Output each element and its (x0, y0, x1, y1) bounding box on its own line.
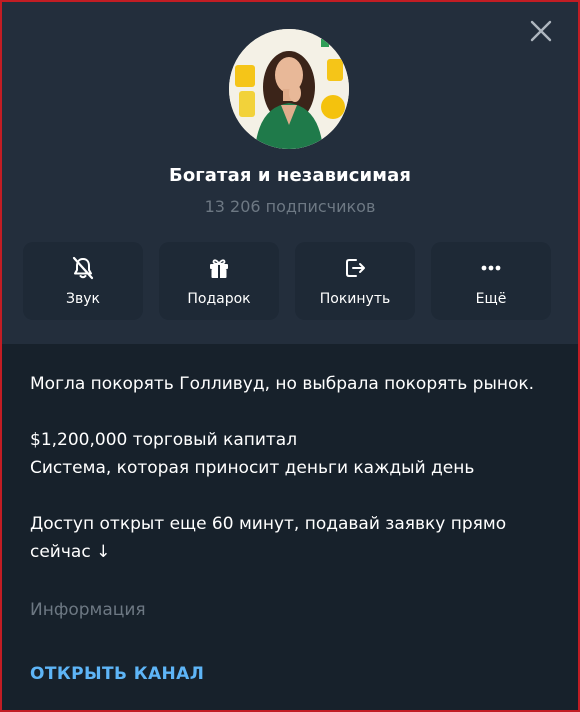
close-icon[interactable] (528, 18, 554, 44)
avatar-image (229, 29, 349, 149)
description-line: $1,200,000 торговый капитал (30, 430, 298, 450)
description-line: Доступ открыт еще 60 минут, подавай заяв… (30, 514, 507, 562)
mute-button[interactable]: Звук (23, 242, 143, 320)
gift-button[interactable]: Подарок (159, 242, 279, 320)
action-bar: Звук Подарок Покинуть Ещё (23, 242, 551, 320)
mute-button-label: Звук (66, 291, 100, 307)
gift-button-label: Подарок (187, 291, 251, 307)
description-line: Могла покорять Голливуд, но выбрала поко… (30, 374, 535, 394)
more-dots-icon (481, 265, 501, 271)
channel-description: Могла покорять Голливуд, но выбрала поко… (30, 370, 550, 566)
more-button-label: Ещё (475, 291, 507, 307)
muted-bell-icon (72, 256, 94, 280)
channel-title: Богатая и независимая (169, 165, 411, 186)
more-button[interactable]: Ещё (431, 242, 551, 320)
subscriber-count: 13 206 подписчиков (204, 197, 376, 216)
open-channel-button[interactable]: ОТКРЫТЬ КАНАЛ (30, 664, 204, 684)
leave-icon (346, 259, 365, 277)
info-caption: Информация (30, 600, 146, 620)
channel-header: Богатая и независимая 13 206 подписчиков… (2, 2, 578, 344)
channel-info-dialog: Богатая и независимая 13 206 подписчиков… (2, 2, 578, 710)
leave-button[interactable]: Покинуть (295, 242, 415, 320)
leave-button-label: Покинуть (319, 291, 391, 307)
description-line: Система, которая приносит деньги каждый … (30, 458, 475, 478)
gift-icon (210, 259, 228, 278)
avatar[interactable] (229, 29, 349, 149)
